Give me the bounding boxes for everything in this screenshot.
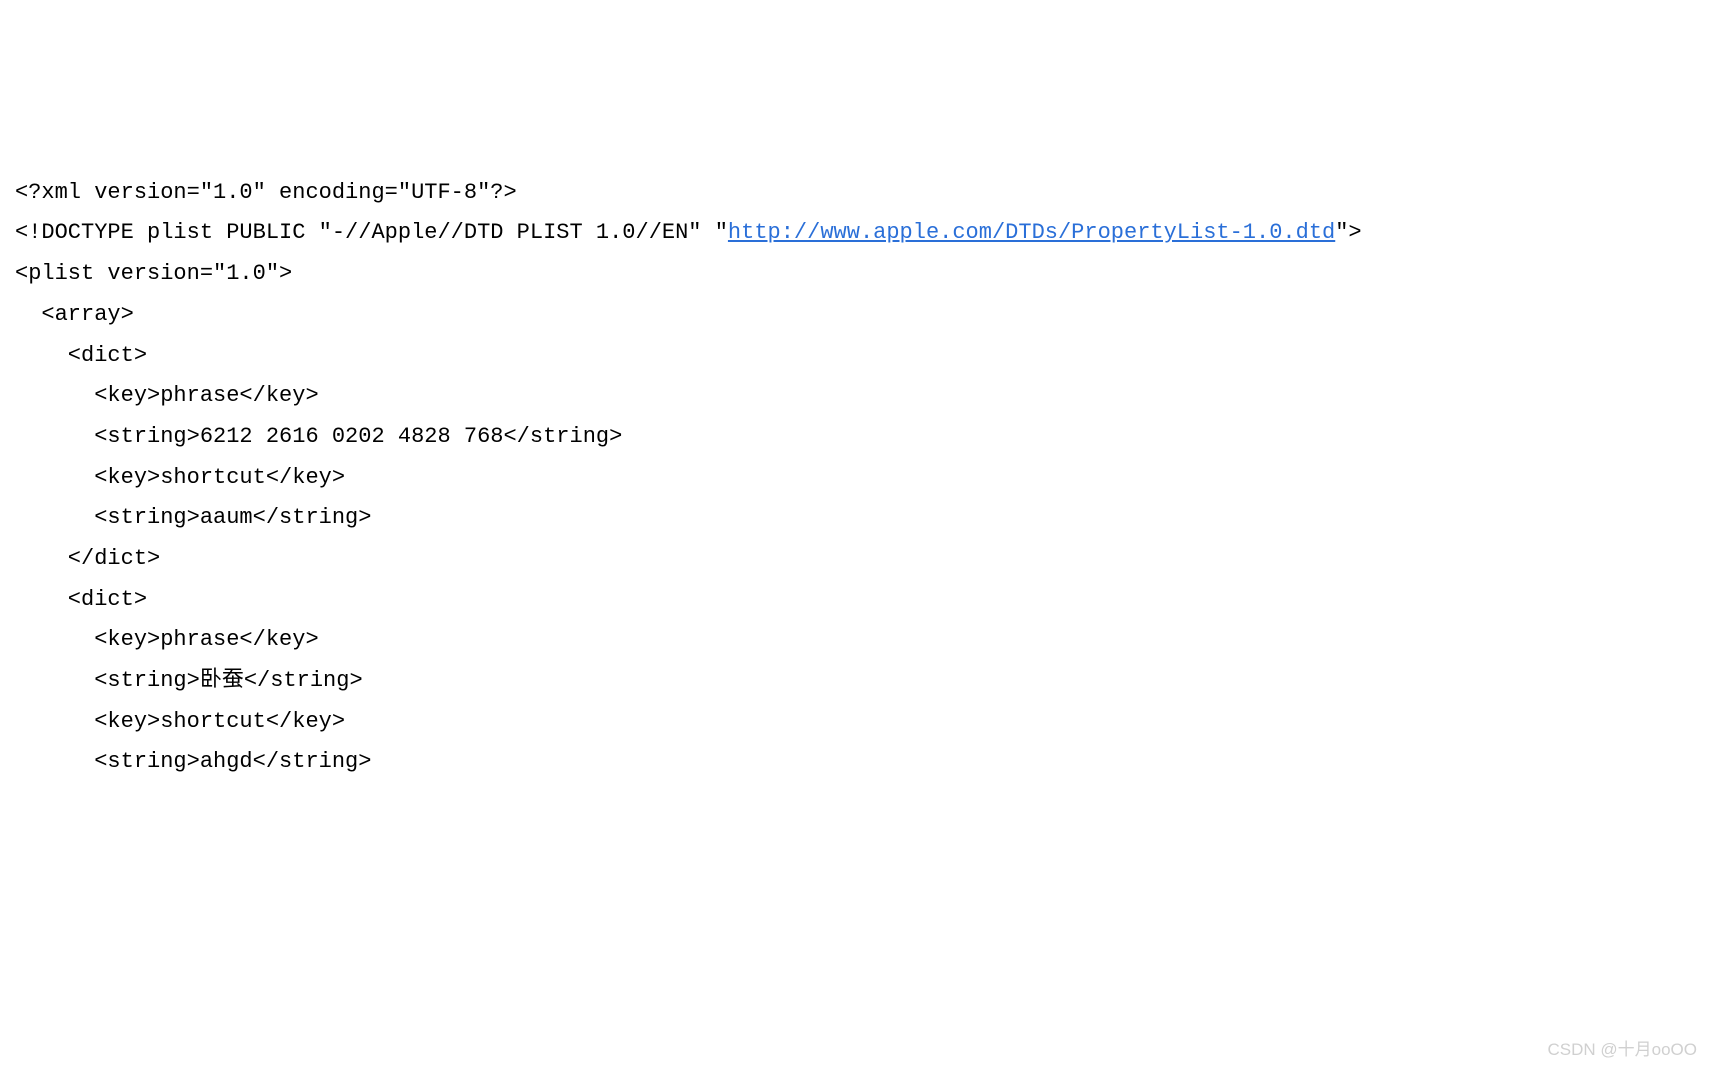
- dtd-url-link[interactable]: http://www.apple.com/DTDs/PropertyList-1…: [728, 220, 1335, 245]
- plist-open-tag: <plist version="1.0">: [15, 261, 292, 286]
- key-shortcut: <key>shortcut</key>: [15, 465, 345, 490]
- watermark-text: CSDN @十月ooOO: [1547, 1034, 1697, 1065]
- doctype-suffix: ">: [1335, 220, 1361, 245]
- string-phrase: <string>卧蚕</string>: [15, 668, 363, 693]
- doctype-prefix: <!DOCTYPE plist PUBLIC "-//Apple//DTD PL…: [15, 220, 728, 245]
- key-phrase: <key>phrase</key>: [15, 627, 319, 652]
- doctype-line: <!DOCTYPE plist PUBLIC "-//Apple//DTD PL…: [15, 220, 1362, 245]
- string-shortcut: <string>ahgd</string>: [15, 749, 371, 774]
- dict-open-tag: <dict>: [15, 343, 147, 368]
- string-phrase: <string>6212 2616 0202 4828 768</string>: [15, 424, 622, 449]
- key-shortcut: <key>shortcut</key>: [15, 709, 345, 734]
- xml-declaration: <?xml version="1.0" encoding="UTF-8"?>: [15, 180, 517, 205]
- dict-open-tag: <dict>: [15, 587, 147, 612]
- array-open-tag: <array>: [15, 302, 134, 327]
- code-block: <?xml version="1.0" encoding="UTF-8"?> <…: [15, 173, 1707, 783]
- string-shortcut: <string>aaum</string>: [15, 505, 371, 530]
- dict-close-tag: </dict>: [15, 546, 160, 571]
- key-phrase: <key>phrase</key>: [15, 383, 319, 408]
